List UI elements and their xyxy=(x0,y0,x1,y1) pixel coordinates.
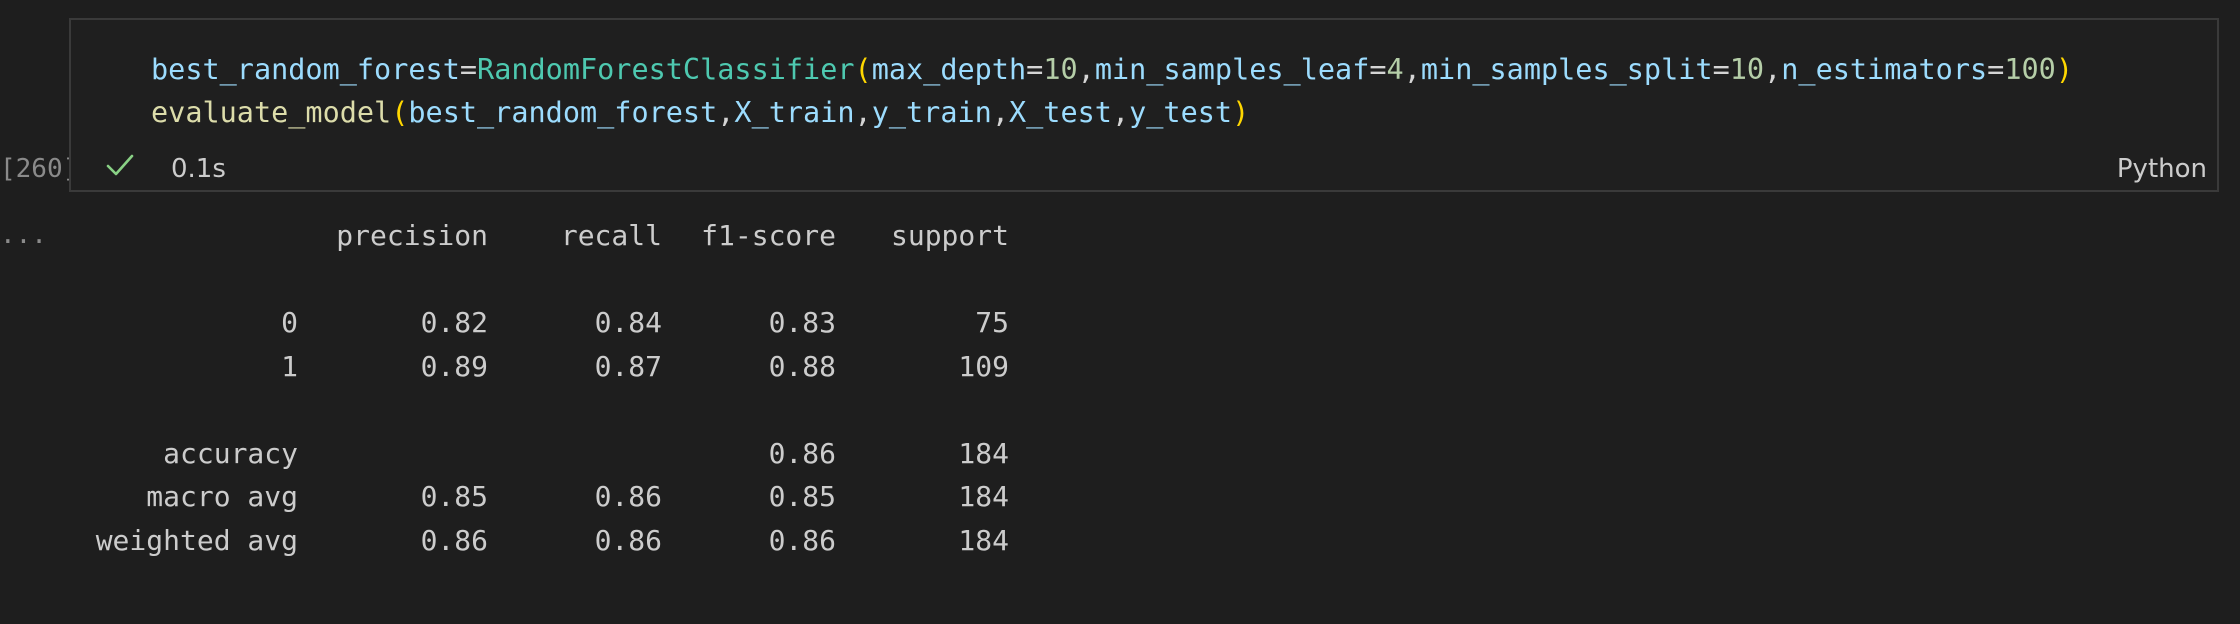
row-label: 1 xyxy=(281,349,298,383)
code-token: X_test xyxy=(1008,96,1112,129)
execution-duration: 0.1s xyxy=(171,154,226,184)
cell-f1-score: 0.88 xyxy=(768,349,836,383)
code-line-2: evaluate_model(best_random_forest,X_trai… xyxy=(151,96,1249,129)
cell-recall: 0.84 xyxy=(594,306,662,339)
code-token: , xyxy=(854,96,872,129)
code-token: ( xyxy=(391,96,409,129)
code-token: y_train xyxy=(871,96,992,129)
cell-precision: 0.85 xyxy=(420,480,488,513)
header-recall: recall xyxy=(560,219,662,252)
code-token: evaluate_model xyxy=(151,96,392,129)
report-row-class-1: 1 0.89 0.87 0.88 109 xyxy=(80,349,1080,393)
code-token: 4 xyxy=(1386,53,1404,86)
cell-output: precision recall f1-score support 0 0.82… xyxy=(80,218,1080,566)
code-token: , xyxy=(1077,53,1095,86)
code-token: = xyxy=(459,53,478,86)
row-label: 0 xyxy=(281,306,298,339)
code-token: min_samples_split xyxy=(1420,53,1713,86)
report-row-weighted-avg: weighted avg 0.86 0.86 0.86 184 xyxy=(80,523,1080,567)
report-header-row: precision recall f1-score support xyxy=(80,218,1080,262)
code-token: 10 xyxy=(1729,53,1765,86)
blank-row xyxy=(80,392,1080,436)
cell-support: 109 xyxy=(958,349,1009,383)
cell-recall: 0.86 xyxy=(594,480,662,513)
code-token: ) xyxy=(1232,96,1250,129)
header-label xyxy=(80,218,298,262)
code-token: ) xyxy=(2055,53,2073,86)
code-token: = xyxy=(1369,53,1387,86)
code-token: = xyxy=(1026,53,1044,86)
cell-recall xyxy=(488,436,662,480)
code-token: = xyxy=(1712,53,1730,86)
code-token: , xyxy=(991,96,1009,129)
row-label: accuracy xyxy=(163,436,298,470)
code-token: RandomForestClassifier xyxy=(477,53,855,86)
code-token: y_test xyxy=(1129,96,1233,129)
code-token: best_random_forest xyxy=(151,53,460,86)
report-row-macro-avg: macro avg 0.85 0.86 0.85 184 xyxy=(80,479,1080,523)
code-token: X_train xyxy=(734,96,855,129)
check-icon xyxy=(106,154,134,176)
code-editor[interactable]: best_random_forest=RandomForestClassifie… xyxy=(151,48,2073,134)
header-precision: precision xyxy=(336,219,488,252)
code-token: min_samples_leaf xyxy=(1094,53,1370,86)
cell-precision xyxy=(298,436,488,480)
cell-precision: 0.82 xyxy=(420,306,488,339)
code-line-1: best_random_forest=RandomForestClassifie… xyxy=(151,53,2073,86)
cell-f1-score: 0.83 xyxy=(768,306,836,339)
code-token: , xyxy=(1403,53,1421,86)
code-token: , xyxy=(1764,53,1782,86)
code-token: n_estimators xyxy=(1781,53,1988,86)
cell-f1-score: 0.86 xyxy=(768,436,836,470)
row-label: macro avg xyxy=(146,480,298,513)
code-token: , xyxy=(1111,96,1130,129)
header-f1-score: f1-score xyxy=(701,219,836,252)
cell-support: 184 xyxy=(958,436,1009,470)
code-token: max_depth xyxy=(871,53,1027,86)
code-cell[interactable]: best_random_forest=RandomForestClassifie… xyxy=(69,18,2219,192)
cell-f1-score: 0.86 xyxy=(768,523,836,557)
blank-row xyxy=(80,262,1080,306)
code-token: , xyxy=(717,96,735,129)
cell-support: 184 xyxy=(958,480,1009,513)
code-token: 10 xyxy=(1043,53,1078,86)
header-support: support xyxy=(890,219,1009,252)
cell-precision: 0.86 xyxy=(420,523,488,557)
row-label: weighted avg xyxy=(95,523,298,557)
code-token: = xyxy=(1987,53,2005,86)
language-selector[interactable]: Python xyxy=(2117,154,2207,184)
report-row-class-0: 0 0.82 0.84 0.83 75 xyxy=(80,305,1080,349)
code-token: 100 xyxy=(2004,53,2056,86)
cell-f1-score: 0.85 xyxy=(768,480,836,513)
cell-recall: 0.87 xyxy=(594,349,662,383)
cell-support: 75 xyxy=(975,306,1009,339)
cell-precision: 0.89 xyxy=(420,349,488,383)
code-token: ( xyxy=(854,53,872,86)
cell-support: 184 xyxy=(958,523,1009,557)
cell-recall: 0.86 xyxy=(594,523,662,557)
code-token: best_random_forest xyxy=(408,96,718,129)
report-row-accuracy: accuracy 0.86 184 xyxy=(80,436,1080,480)
execution-count: [260] xyxy=(0,154,79,184)
output-actions-ellipsis[interactable]: ... xyxy=(0,220,47,250)
